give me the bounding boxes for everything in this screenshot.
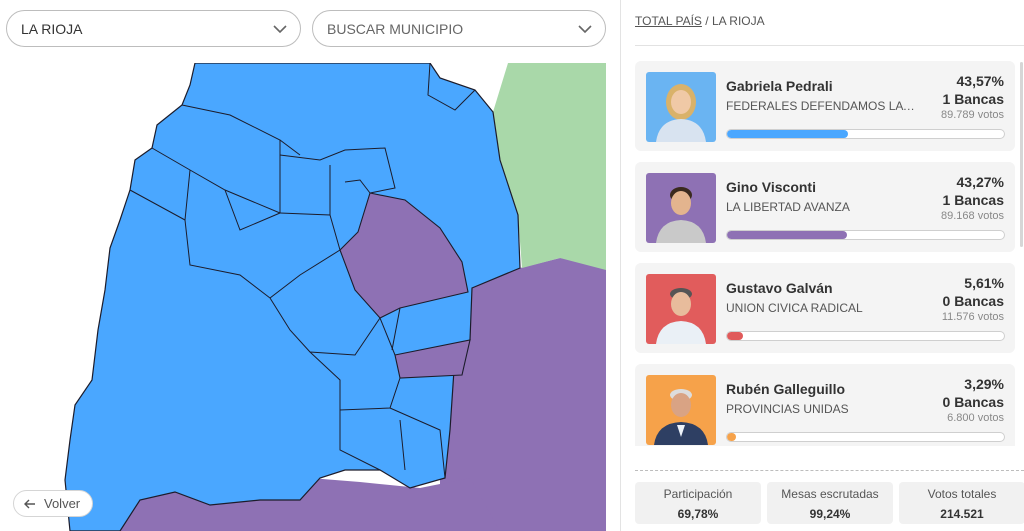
stat-label: Votos totales [927, 487, 997, 501]
candidate-name: Gustavo Galván [726, 280, 833, 296]
candidate-votes: 6.800 votos [947, 412, 1004, 424]
candidate-percent: 3,29% [964, 376, 1004, 392]
candidate-vote-bar [726, 432, 1005, 442]
candidate-seats: 1 Bancas [942, 91, 1004, 107]
back-button[interactable]: Volver [13, 490, 94, 517]
candidate-party: FEDERALES DEFENDAMOS LA RIOJA [726, 99, 916, 113]
candidate-vote-bar [726, 230, 1005, 240]
candidate-photo [646, 375, 716, 445]
breadcrumb-separator: / [705, 14, 709, 28]
summary-stats: Participación 69,78% Mesas escrutadas 99… [635, 482, 1024, 524]
candidate-vote-bar [726, 129, 1005, 139]
candidate-party: LA LIBERTAD AVANZA [726, 200, 850, 214]
candidate-party: PROVINCIAS UNIDAS [726, 402, 849, 416]
breadcrumb-root-link[interactable]: TOTAL PAÍS [635, 14, 702, 28]
candidate-vote-bar-fill [727, 231, 847, 239]
municipality-search-select[interactable]: BUSCAR MUNICIPIO [312, 10, 606, 47]
header-divider [635, 45, 1024, 46]
stat-participation: Participación 69,78% [635, 482, 761, 524]
candidate-votes: 89.789 votos [941, 109, 1004, 121]
chevron-down-icon [273, 25, 287, 34]
results-page: LA RIOJA BUSCAR MUNICIPIO Volver TOTAL P… [0, 0, 1024, 531]
map-svg [64, 63, 606, 531]
back-button-label: Volver [44, 496, 81, 511]
avatar [646, 173, 716, 243]
candidate-photo [646, 173, 716, 243]
candidate-photo [646, 274, 716, 344]
candidate-vote-bar-fill [727, 433, 737, 441]
stat-label: Mesas escrutadas [781, 487, 879, 501]
province-select[interactable]: LA RIOJA [6, 10, 301, 47]
candidate-votes: 11.576 votos [941, 311, 1004, 323]
candidate-name: Rubén Galleguillo [726, 381, 846, 397]
stat-label: Participación [663, 487, 733, 501]
candidate-card[interactable]: Gustavo Galván UNION CIVICA RADICAL 5,61… [635, 263, 1015, 353]
breadcrumb: TOTAL PAÍS / LA RIOJA [635, 14, 765, 28]
results-panel: TOTAL PAÍS / LA RIOJA Gabriela Pedrali F… [620, 0, 1024, 531]
candidate-percent: 5,61% [964, 275, 1004, 291]
candidate-seats: 0 Bancas [942, 293, 1004, 309]
map-panel: LA RIOJA BUSCAR MUNICIPIO Volver [0, 0, 612, 531]
candidate-name: Gabriela Pedrali [726, 78, 833, 94]
province-map[interactable]: Volver [0, 63, 606, 531]
candidate-percent: 43,27% [956, 174, 1004, 190]
candidate-seats: 0 Bancas [942, 394, 1004, 410]
candidate-card[interactable]: Rubén Galleguillo PROVINCIAS UNIDAS 3,29… [635, 364, 1015, 446]
breadcrumb-current: LA RIOJA [711, 14, 765, 28]
stat-value: 99,24% [809, 507, 851, 521]
chevron-down-icon [578, 25, 592, 34]
stat-tables-counted: Mesas escrutadas 99,24% [767, 482, 893, 524]
candidate-photo [646, 72, 716, 142]
stats-divider [635, 470, 1024, 471]
province-select-value: LA RIOJA [21, 20, 83, 37]
stat-value: 214.521 [940, 507, 984, 521]
candidate-vote-bar-fill [727, 332, 743, 340]
candidate-card[interactable]: Gino Visconti LA LIBERTAD AVANZA 43,27% … [635, 162, 1015, 252]
arrow-left-icon [24, 499, 35, 508]
candidate-list-scrollbar[interactable] [1020, 62, 1023, 247]
avatar [646, 72, 716, 142]
municipality-search-placeholder: BUSCAR MUNICIPIO [327, 20, 464, 37]
avatar [646, 375, 716, 445]
candidate-party: UNION CIVICA RADICAL [726, 301, 863, 315]
candidate-seats: 1 Bancas [942, 192, 1004, 208]
candidate-name: Gino Visconti [726, 179, 816, 195]
candidate-vote-bar-fill [727, 130, 848, 138]
candidate-card[interactable]: Gabriela Pedrali FEDERALES DEFENDAMOS LA… [635, 61, 1015, 151]
candidate-percent: 43,57% [956, 73, 1004, 89]
stat-value: 69,78% [677, 507, 719, 521]
candidate-list[interactable]: Gabriela Pedrali FEDERALES DEFENDAMOS LA… [635, 59, 1017, 446]
stat-total-votes: Votos totales 214.521 [899, 482, 1024, 524]
candidate-votes: 89.168 votos [941, 210, 1004, 222]
avatar [646, 274, 716, 344]
candidate-vote-bar [726, 331, 1005, 341]
